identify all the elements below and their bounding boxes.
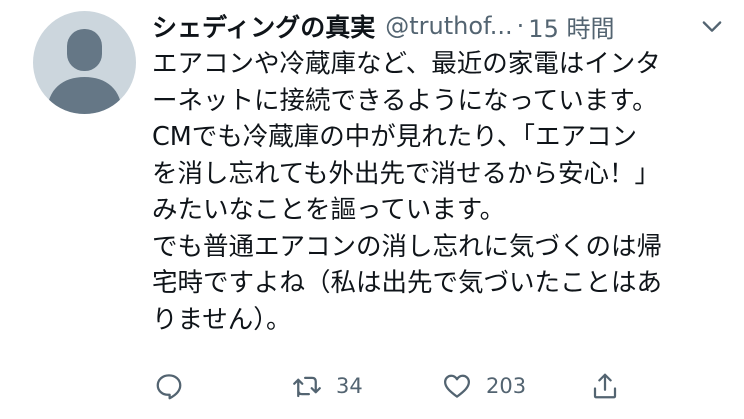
- retweet-icon: [293, 376, 321, 398]
- user-handle[interactable]: @truthof...: [385, 12, 512, 40]
- share-icon: [593, 373, 617, 399]
- share-button[interactable]: [590, 371, 620, 401]
- like-button[interactable]: 203: [442, 371, 526, 401]
- timestamp[interactable]: 15 時間: [528, 9, 614, 44]
- tweet-text-line: りません）。: [152, 304, 292, 335]
- action-bar: 34 203: [152, 366, 632, 406]
- like-count: 203: [486, 374, 527, 398]
- tweet-text-line: でも普通エアコンの消し忘れに気づくのは帰: [152, 231, 663, 262]
- default-avatar-icon: [47, 29, 122, 114]
- retweet-button[interactable]: 34: [292, 371, 363, 401]
- tweet: シェディングの真実 @truthof... · 15 時間 エアコンや冷蔵庫など…: [0, 0, 744, 419]
- tweet-text-line: 宅時ですよね（私は出先で気づいたことはあ: [152, 268, 663, 298]
- tweet-text: エアコンや冷蔵庫など、最近の家電はインタ ーネットに接続できるようになっています…: [152, 46, 732, 338]
- tweet-text-line: エアコンや冷蔵庫など、最近の家電はインタ: [152, 49, 661, 79]
- chevron-down-icon: [702, 21, 722, 32]
- display-name[interactable]: シェディングの真実: [152, 8, 375, 44]
- tweet-text-line: ーネットに接続できるようになっています。: [152, 85, 658, 116]
- heart-icon: [444, 374, 470, 398]
- reply-icon: [156, 374, 182, 400]
- reply-button[interactable]: [154, 371, 184, 401]
- tweet-text-line: を消し忘れても外出先で消せるから安心！」: [152, 158, 660, 189]
- tweet-text-line: CMでも冷蔵庫の中が見れたり、「エアコン: [152, 122, 638, 152]
- retweet-count: 34: [336, 374, 363, 398]
- more-button[interactable]: [698, 12, 726, 40]
- avatar[interactable]: [33, 11, 136, 114]
- separator-dot: ·: [516, 12, 525, 40]
- tweet-text-line: みたいなことを謳っています。: [152, 195, 506, 225]
- tweet-header: シェディングの真実 @truthof... · 15 時間: [152, 8, 732, 44]
